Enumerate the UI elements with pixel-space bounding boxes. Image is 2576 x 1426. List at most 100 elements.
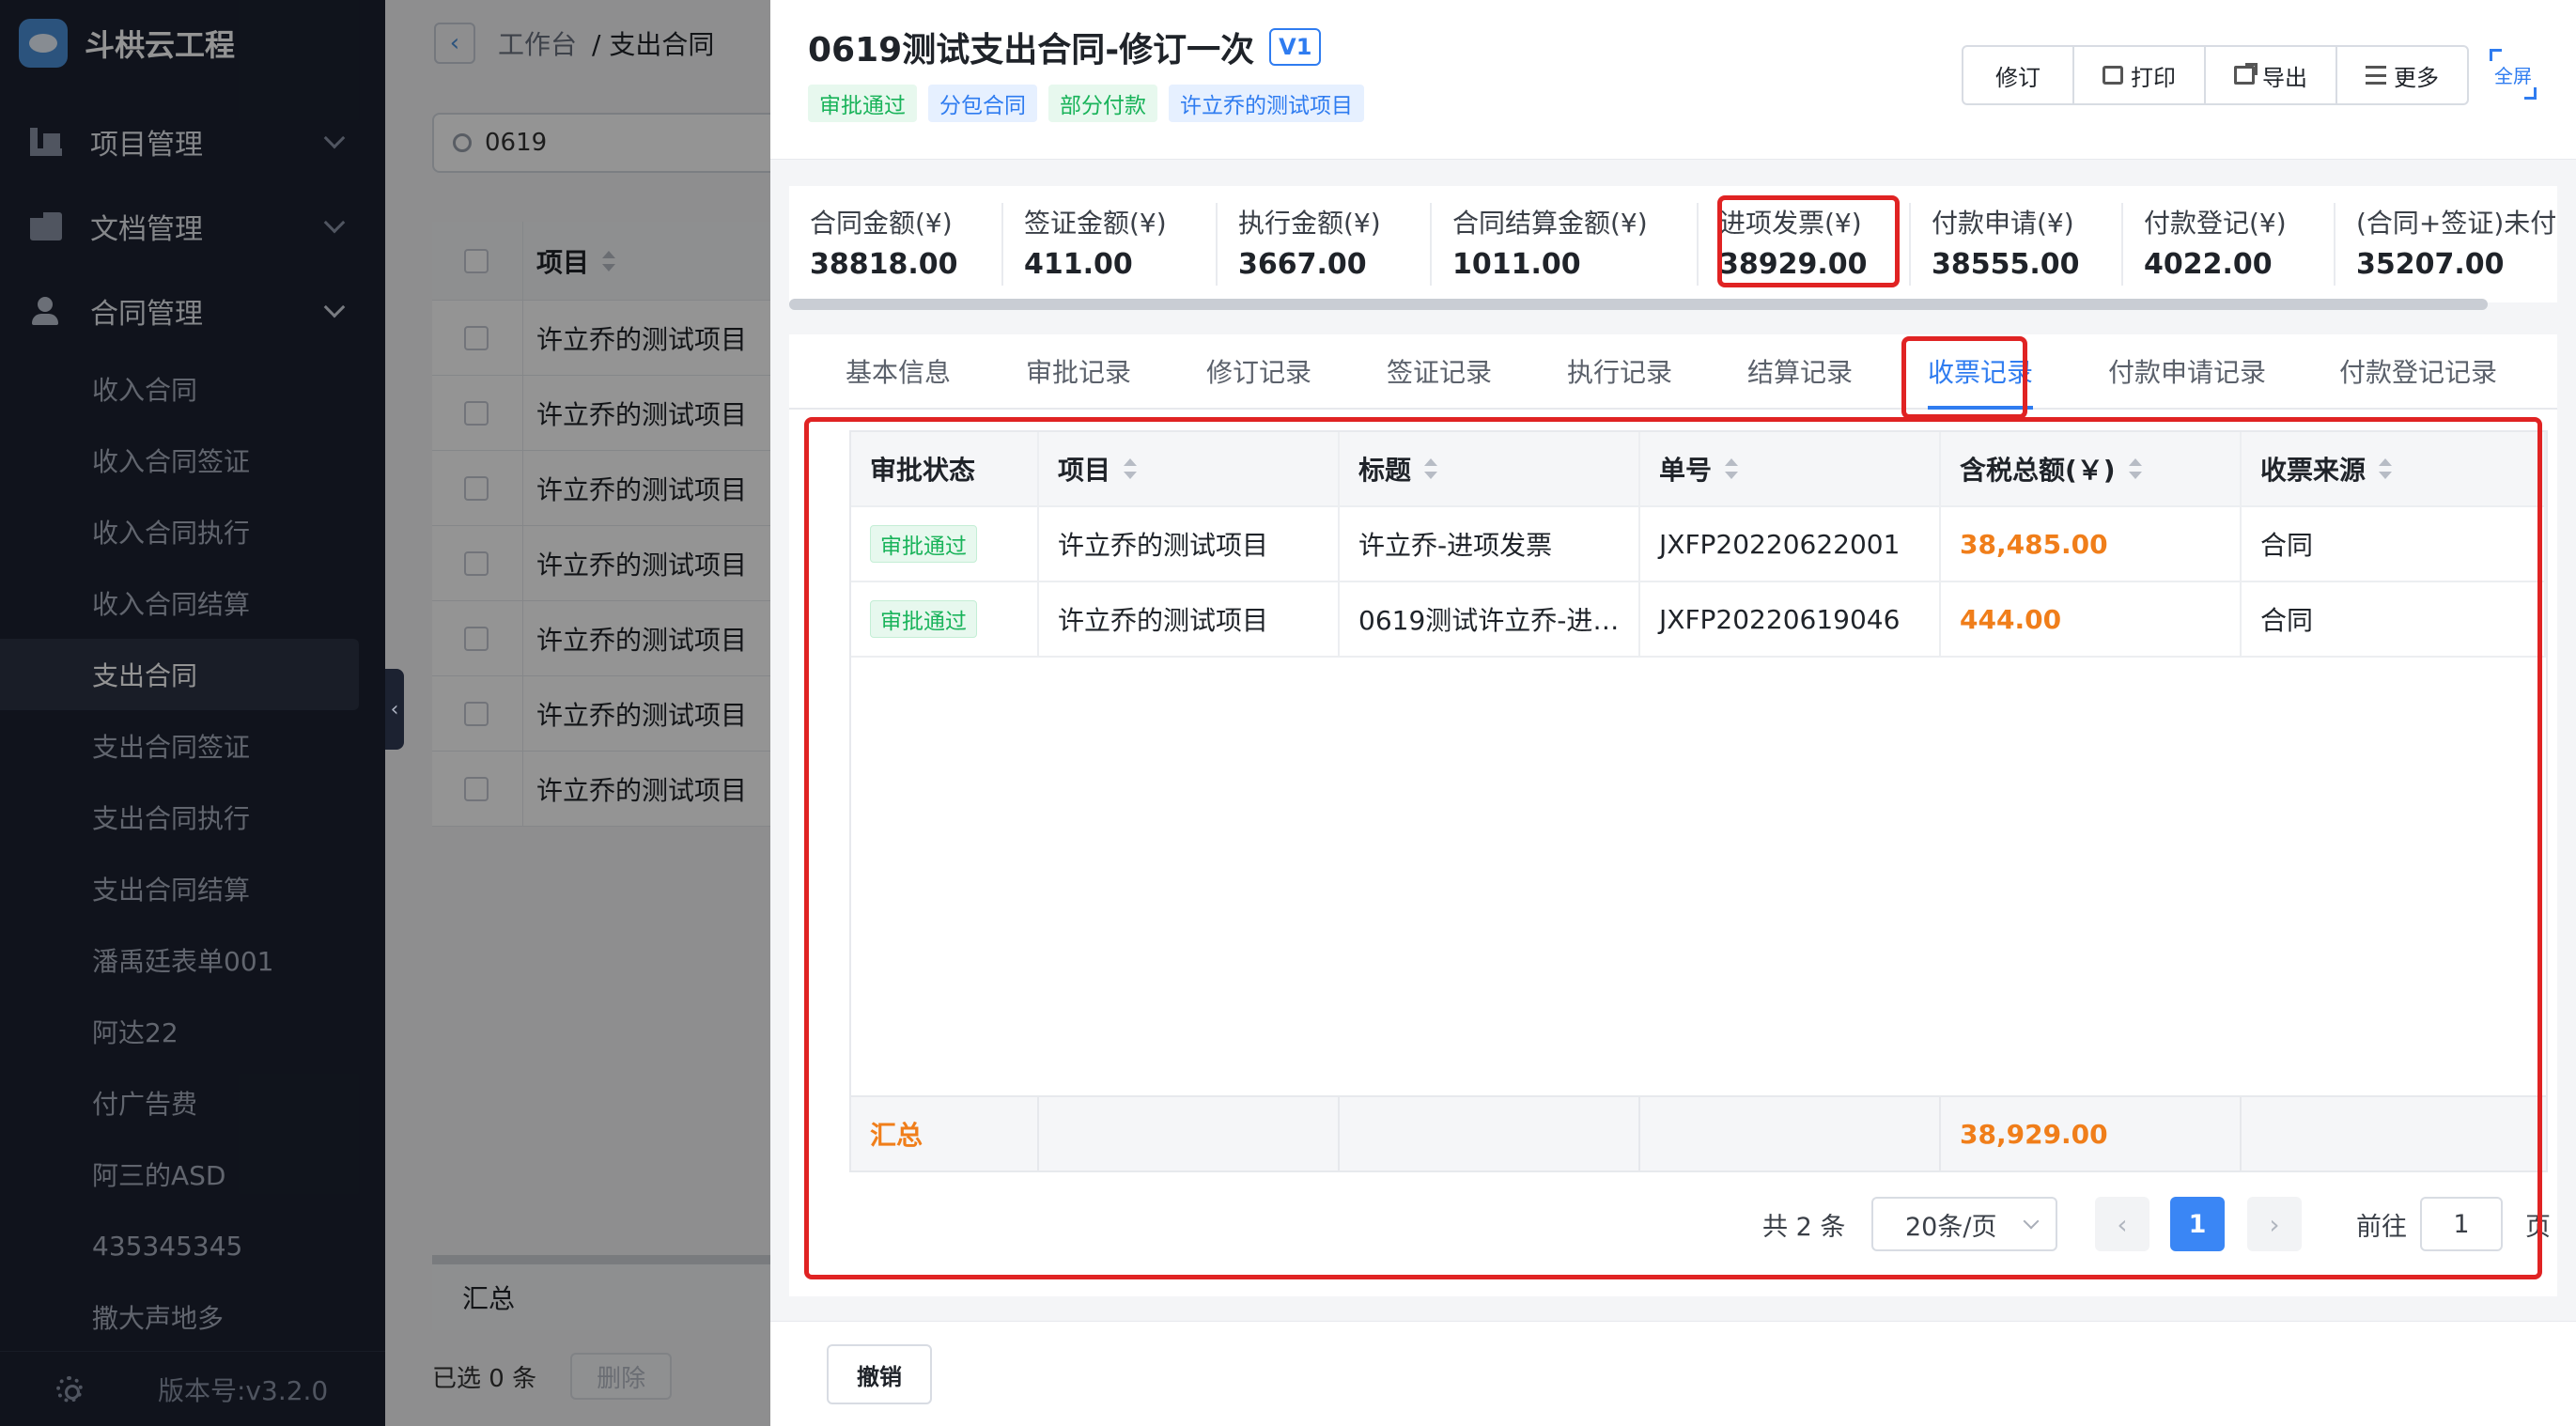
page-size-select[interactable]: 20条/页 [1871, 1197, 2057, 1251]
stats-scrollbar[interactable] [789, 299, 2488, 310]
cell-status: 审批通过 [851, 507, 1039, 581]
sort-icon[interactable] [1124, 458, 1138, 479]
tab-payment-register-records[interactable]: 付款登记记录 [2339, 334, 2497, 408]
next-page-button[interactable]: › [2247, 1197, 2302, 1251]
table-row[interactable]: 许立乔的测试项目 [432, 752, 770, 827]
menu-group-project[interactable]: 项目管理 [0, 100, 385, 184]
revoke-button[interactable]: 撤销 [827, 1344, 932, 1404]
search-input[interactable]: 0619 [432, 113, 770, 173]
menu-group-label: 项目管理 [90, 129, 203, 162]
row-checkbox[interactable] [464, 475, 489, 501]
row-checkbox[interactable] [464, 400, 489, 426]
brand[interactable]: 斗栱云工程 [19, 17, 235, 70]
sort-icon[interactable] [1424, 458, 1438, 479]
cell-project: 许立乔的测试项目 [522, 676, 747, 751]
goto-page-input[interactable]: 1 [2420, 1197, 2503, 1251]
sort-icon[interactable] [2379, 458, 2393, 479]
row-checkbox[interactable] [464, 626, 489, 651]
table-row[interactable]: 许立乔的测试项目 [432, 676, 770, 752]
sidebar-item[interactable]: 阿三的ASD [0, 1139, 385, 1210]
stat-execution-amount: 执行金额(¥) 3667.00 [1216, 203, 1381, 286]
sort-icon[interactable] [602, 250, 616, 271]
tab-visa-records[interactable]: 签证记录 [1387, 334, 1492, 408]
select-all-checkbox[interactable] [464, 248, 489, 273]
sort-icon[interactable] [1725, 458, 1739, 479]
column-header-amount[interactable]: 含税总额(￥) [1941, 432, 2242, 505]
table-row[interactable]: 许立乔的测试项目 [432, 601, 770, 676]
row-checkbox[interactable] [464, 776, 489, 801]
print-button[interactable]: 打印 [2072, 47, 2204, 103]
pagination-total: 共 2 条 [1762, 1212, 1846, 1242]
fullscreen-button[interactable]: 全屏 [2490, 49, 2537, 100]
cell-project: 许立乔的测试项目 [522, 752, 747, 826]
stat-value: 38818.00 [810, 248, 958, 281]
stat-input-invoice: 进项发票(¥) 38929.00 [1697, 203, 1868, 286]
sidebar-item[interactable]: 435345345 [0, 1210, 385, 1281]
sidebar-item[interactable]: 收入合同结算 [0, 567, 385, 639]
sidebar-item[interactable]: 支出合同签证 [0, 710, 385, 782]
column-header-title[interactable]: 标题 [1340, 432, 1640, 505]
back-button[interactable]: ‹ [434, 23, 475, 64]
tab-execution-records[interactable]: 执行记录 [1567, 334, 1672, 408]
column-label: 审批状态 [870, 455, 976, 486]
action-toolbar: 修订 打印 导出 更多 [1962, 45, 2469, 105]
status-badge: 审批通过 [870, 600, 977, 638]
more-button[interactable]: 更多 [2335, 47, 2467, 103]
cell-status: 审批通过 [851, 582, 1039, 656]
sort-icon[interactable] [2128, 458, 2142, 479]
stat-label: 进项发票(¥) [1719, 208, 1862, 239]
sidebar-collapse-button[interactable]: ‹ [385, 669, 404, 750]
summary-cell-empty [1640, 1097, 1941, 1170]
table-row[interactable]: 许立乔的测试项目 [432, 451, 770, 526]
tab-revision-records[interactable]: 修订记录 [1206, 334, 1311, 408]
tab-payment-request-records[interactable]: 付款申请记录 [2108, 334, 2266, 408]
stat-payment-registered: 付款登记(¥) 4022.00 [2121, 203, 2287, 286]
tab-settlement-records[interactable]: 结算记录 [1747, 334, 1853, 408]
column-header-number[interactable]: 单号 [1640, 432, 1941, 505]
row-checkbox[interactable] [464, 550, 489, 576]
table-row[interactable]: 审批通过 许立乔的测试项目 许立乔-进项发票 JXFP20220622001 3… [851, 507, 2546, 582]
sidebar-item[interactable]: 阿达22 [0, 996, 385, 1067]
tab-invoice-records[interactable]: 收票记录 [1928, 334, 2034, 410]
column-header-status[interactable]: 审批状态 [851, 432, 1039, 505]
export-button[interactable]: 导出 [2204, 47, 2335, 103]
column-header-project[interactable]: 项目 [1039, 432, 1340, 505]
selected-count: 已选 0 条 [432, 1364, 537, 1393]
page-size-value: 20条/页 [1905, 1212, 1997, 1242]
column-header-project[interactable]: 项目 [522, 222, 616, 300]
drawer-footer: 撤销 [770, 1321, 2576, 1426]
prev-page-button[interactable]: ‹ [2095, 1197, 2149, 1251]
sidebar-item[interactable]: 撒大声地多 [0, 1281, 385, 1353]
version-badge[interactable]: V1 [1269, 28, 1322, 66]
column-label: 项目 [536, 246, 590, 278]
sidebar-item[interactable]: 支出合同结算 [0, 853, 385, 924]
row-checkbox[interactable] [464, 325, 489, 350]
sidebar-item-active[interactable]: 支出合同 [0, 639, 359, 710]
column-header-source[interactable]: 收票来源 [2242, 432, 2546, 505]
gear-icon[interactable] [56, 1375, 83, 1403]
menu-group-docs[interactable]: 文档管理 [0, 184, 385, 269]
cell-amount: 38,485.00 [1941, 507, 2242, 581]
row-checkbox[interactable] [464, 701, 489, 726]
table-row[interactable]: 许立乔的测试项目 [432, 376, 770, 451]
table-row[interactable]: 审批通过 许立乔的测试项目 0619测试许立乔-进… JXFP202206190… [851, 582, 2546, 658]
tab-approval-records[interactable]: 审批记录 [1026, 334, 1131, 408]
sidebar-item[interactable]: 收入合同 [0, 353, 385, 425]
stat-settlement-amount: 合同结算金额(¥) 1011.00 [1430, 203, 1648, 286]
summary-amount: 38,929.00 [1941, 1097, 2242, 1170]
tab-basic-info[interactable]: 基本信息 [846, 334, 951, 408]
sidebar-item[interactable]: 收入合同签证 [0, 425, 385, 496]
delete-button[interactable]: 删除 [570, 1353, 673, 1400]
sidebar-item[interactable]: 支出合同执行 [0, 782, 385, 853]
sidebar-item[interactable]: 潘禹廷表单001 [0, 924, 385, 996]
sidebar-item[interactable]: 付广告费 [0, 1067, 385, 1139]
revise-button[interactable]: 修订 [1963, 47, 2072, 103]
cell-project: 许立乔的测试项目 [522, 376, 747, 450]
table-row[interactable]: 许立乔的测试项目 [432, 301, 770, 376]
menu-group-contract[interactable]: 合同管理 [0, 269, 385, 353]
sidebar-item[interactable]: 收入合同执行 [0, 496, 385, 567]
breadcrumb-home[interactable]: 工作台 [498, 24, 577, 62]
table-row[interactable]: 许立乔的测试项目 [432, 526, 770, 601]
drawer-header: 0619测试支出合同-修订一次 V1 审批通过 分包合同 部分付款 许立乔的测试… [770, 0, 2576, 160]
current-page-button[interactable]: 1 [2170, 1197, 2225, 1251]
